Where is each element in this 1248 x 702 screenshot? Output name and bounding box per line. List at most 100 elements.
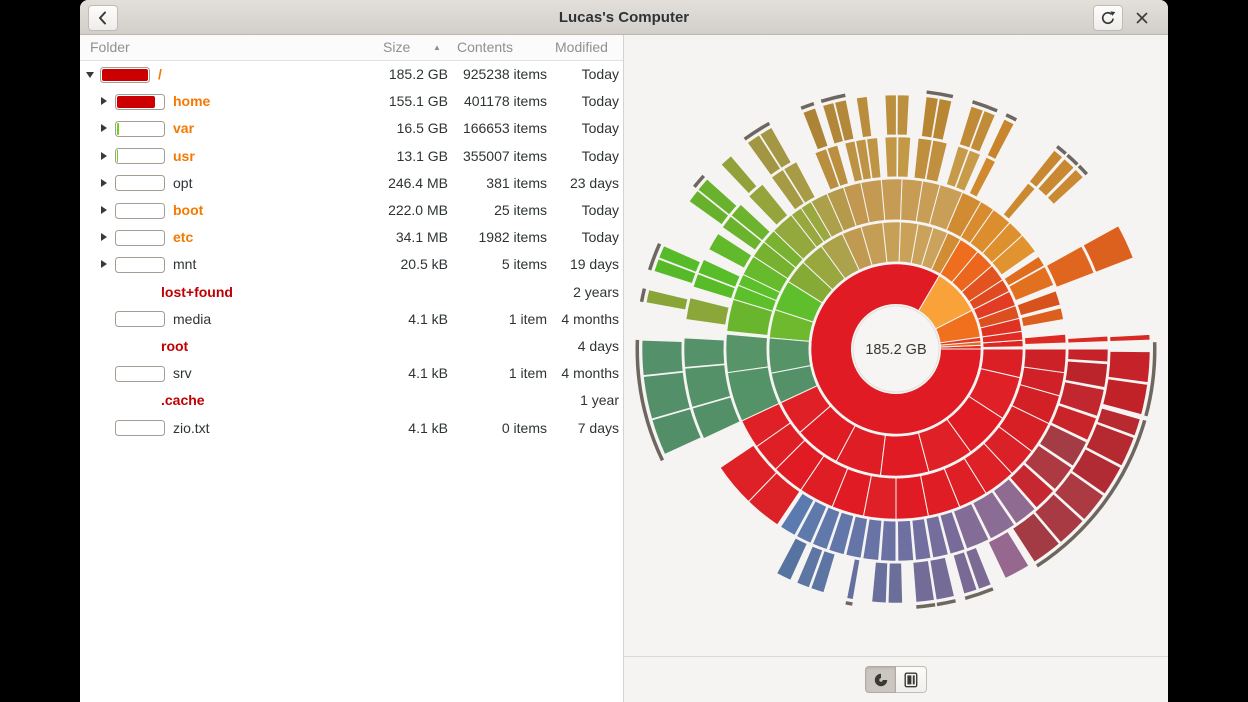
folder-name[interactable]: root [161,333,188,360]
more-contents-cap [916,603,935,609]
ring-segment[interactable] [803,108,828,150]
usage-bar-icon [115,420,165,436]
ring-segment[interactable] [1068,336,1108,343]
ring-segment[interactable] [646,290,688,310]
column-header-modified[interactable]: Modified [555,35,608,60]
column-header-folder[interactable]: Folder [90,35,130,60]
folder-name[interactable]: etc [173,224,193,251]
folder-name[interactable]: home [173,88,210,115]
close-icon [1136,12,1148,24]
window-title: Lucas's Computer [80,0,1168,35]
ring-segment[interactable] [898,137,911,178]
expander-closed-icon[interactable] [101,233,107,241]
column-header-contents[interactable]: Contents [457,35,513,60]
table-row[interactable]: /185.2 GB925238 itemsToday [80,61,623,88]
folder-name[interactable]: var [173,115,194,142]
refresh-button[interactable] [1093,5,1123,31]
table-row[interactable]: var16.5 GB166653 itemsToday [80,115,623,142]
table-row[interactable]: srv4.1 kB1 item4 months [80,360,623,387]
table-row[interactable]: zio.txt4.1 kB0 items7 days [80,415,623,442]
chart-footer [624,656,1168,702]
ring-segment[interactable] [1068,349,1109,362]
expander-closed-icon[interactable] [101,97,107,105]
usage-bar-fill [117,150,118,162]
folder-name[interactable]: zio.txt [173,415,210,442]
ring-segment[interactable] [1025,334,1067,344]
folder-name[interactable]: mnt [173,251,196,278]
ring-segment[interactable] [1003,183,1035,219]
folder-name[interactable]: opt [173,170,192,197]
folder-name[interactable]: / [158,61,162,88]
sort-ascending-icon[interactable]: ▲ [433,35,441,60]
ring-segment[interactable] [880,521,896,562]
expander-closed-icon[interactable] [101,206,107,214]
ring-segment[interactable] [1108,351,1150,382]
chart-center-label: 185.2 GB [865,342,926,358]
usage-bar-fill [102,69,148,81]
ring-segment[interactable] [684,338,725,368]
ring-segment[interactable] [885,95,897,135]
cell-modified: 23 days [489,170,619,197]
ring-segment[interactable] [726,334,768,373]
table-row[interactable]: root4 days [80,333,623,360]
baobab-window: Lucas's Computer Folder [80,0,1168,702]
ring-segment[interactable] [642,340,683,375]
ring-segment[interactable] [1103,379,1148,415]
cell-modified: Today [489,197,619,224]
folder-name[interactable]: usr [173,143,195,170]
expander-open-icon[interactable] [86,72,94,78]
ring-segment[interactable] [1110,334,1150,341]
chart-pane: 185.2 GB [624,35,1168,702]
usage-bar-icon [115,257,165,273]
ring-segment[interactable] [888,563,903,603]
folder-name[interactable]: boot [173,197,203,224]
more-contents-cap [937,599,956,606]
close-button[interactable] [1129,5,1155,31]
cell-modified: 19 days [489,251,619,278]
back-button[interactable] [88,5,118,31]
rings-chart-button[interactable] [865,666,896,693]
usage-bar-icon [115,94,165,110]
ring-segment[interactable] [847,559,860,600]
cell-modified: Today [489,143,619,170]
table-row[interactable]: opt246.4 MB381 items23 days [80,170,623,197]
expander-closed-icon[interactable] [101,179,107,187]
folder-name[interactable]: lost+found [161,279,233,306]
ring-segment[interactable] [898,520,914,561]
ring-segment[interactable] [686,298,729,325]
cell-modified: Today [489,61,619,88]
folder-name[interactable]: media [173,306,211,333]
expander-closed-icon[interactable] [101,260,107,268]
table-row[interactable]: lost+found 2 years [80,279,623,306]
expander-closed-icon[interactable] [101,124,107,132]
usage-bar-icon [115,311,165,327]
ring-segment[interactable] [872,562,888,603]
more-contents-cap [845,601,852,606]
table-row[interactable]: .cache1 year [80,387,623,414]
ring-segment[interactable] [897,95,909,135]
column-header-size[interactable]: Size [383,35,410,60]
usage-bar-icon [115,175,165,191]
table-row[interactable]: home155.1 GB401178 itemsToday [80,88,623,115]
refresh-icon [1100,10,1116,26]
rings-chart[interactable]: 185.2 GB [624,35,1168,656]
treemap-chart-button[interactable] [896,666,927,693]
ring-segment[interactable] [885,137,897,177]
ring-segment[interactable] [856,96,872,137]
table-row[interactable]: usr13.1 GB355007 itemsToday [80,143,623,170]
table-row[interactable]: etc34.1 MB1982 itemsToday [80,224,623,251]
table-row[interactable]: boot222.0 MB25 itemsToday [80,197,623,224]
usage-bar-icon [115,148,165,164]
table-row[interactable]: media4.1 kB1 item4 months [80,306,623,333]
usage-bar-icon [115,121,165,137]
treemap-chart-icon [903,672,919,688]
expander-closed-icon[interactable] [101,152,107,160]
folder-name[interactable]: .cache [161,387,205,414]
ring-segment[interactable] [721,156,757,194]
table-row[interactable]: mnt20.5 kB5 items19 days [80,251,623,278]
usage-bar-fill [117,123,119,135]
cell-modified: Today [489,115,619,142]
folder-name[interactable]: srv [173,360,192,387]
usage-bar-fill [117,96,155,108]
cell-modified: 2 years [489,279,619,306]
